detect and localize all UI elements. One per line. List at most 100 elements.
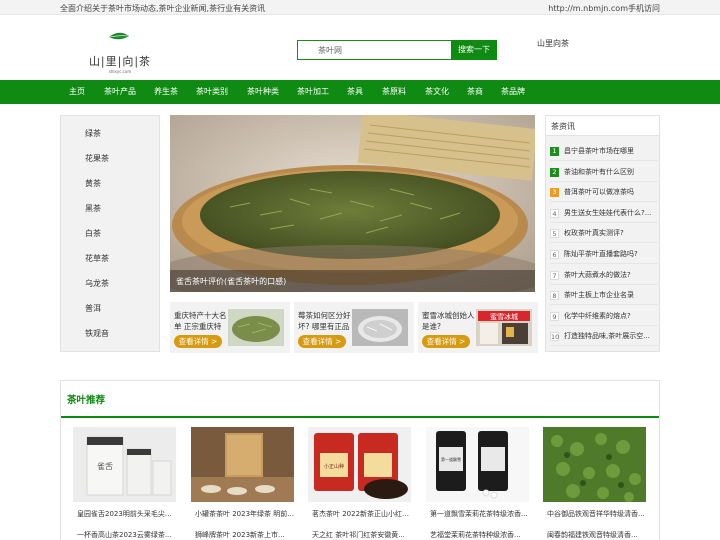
product-image: [191, 427, 294, 502]
product-name[interactable]: 小罐茶茶叶 2023年绿茶 明前...: [195, 509, 295, 519]
nav-item-health-tea[interactable]: 养生茶: [154, 80, 178, 104]
news-title[interactable]: 男生送女生娃娃代表什么?...: [564, 208, 658, 218]
recommend-title: 茶叶推荐: [67, 395, 106, 406]
category-item[interactable]: 白茶: [85, 228, 101, 239]
nav-item-tea-brands[interactable]: 茶品牌: [501, 80, 525, 104]
product-name[interactable]: 狮峰牌茶叶 2023新茶上市...: [195, 530, 295, 540]
category-item[interactable]: 黄茶: [85, 178, 101, 189]
view-details-button[interactable]: 查看详情 >: [174, 335, 222, 348]
category-item[interactable]: 绿茶: [85, 128, 101, 139]
logo-text: 山|里|向|茶: [88, 55, 152, 68]
news-item[interactable]: 10 打造独特品味,茶叶展示空...: [550, 326, 658, 347]
category-item[interactable]: 花草茶: [85, 253, 109, 264]
news-rank-badge: 10: [550, 332, 560, 342]
nav-item-tea-products[interactable]: 茶叶产品: [104, 80, 136, 104]
nav-item-tea-ware[interactable]: 茶具: [347, 80, 363, 104]
category-item[interactable]: 铁观音: [85, 328, 109, 339]
news-title[interactable]: 普洱茶叶可以做凉茶吗: [564, 187, 658, 197]
news-rank-badge: 3: [550, 188, 559, 198]
search-button[interactable]: 搜索一下: [451, 40, 497, 60]
view-details-button[interactable]: 查看详情 >: [422, 335, 470, 348]
category-item[interactable]: 普洱: [85, 303, 101, 314]
product-image: 雀舌: [73, 427, 176, 502]
site-name-link[interactable]: 山里向茶: [537, 38, 569, 49]
recommend-section: 茶叶推荐 雀舌 皇园雀舌2023明前头采毛尖云... 一杯香高山茶2023云雾绿…: [60, 380, 660, 540]
news-title[interactable]: 昌宁县茶叶市场在哪里: [564, 146, 658, 156]
product-image: 小正山种: [308, 427, 411, 502]
hero-image: [170, 115, 535, 292]
main-nav: 主页 茶叶产品 养生茶 茶叶类别 茶叶种类 茶叶加工 茶具 茶原料 茶文化 茶商…: [0, 80, 720, 104]
news-title[interactable]: 茶叶大蒜煮水的做法?: [564, 270, 658, 280]
news-item[interactable]: 5 权玫茶叶真实测评?: [550, 223, 658, 244]
leaf-icon: [109, 32, 129, 40]
news-item[interactable]: 8 茶叶主板上市企业名录: [550, 285, 658, 306]
category-item[interactable]: 花果茶: [85, 153, 109, 164]
nav-item-tea-materials[interactable]: 茶原料: [382, 80, 406, 104]
search-bar: 搜索一下: [297, 40, 497, 60]
news-header: 茶资讯: [546, 116, 659, 136]
news-rank-badge: 5: [550, 229, 559, 239]
category-item[interactable]: 乌龙茶: [85, 278, 109, 289]
news-item[interactable]: 1 昌宁县茶叶市场在哪里: [550, 141, 658, 161]
news-rank-badge: 9: [550, 311, 559, 321]
hero-caption-bar: 雀舌茶叶评价(雀舌茶叶的口感): [170, 270, 535, 292]
product-name[interactable]: 艺福堂茉莉花茶特种级浓香...: [430, 530, 530, 540]
product-name[interactable]: 中谷御品铁观音祥华特级清香...: [547, 509, 647, 519]
product-name[interactable]: 第一道飘雪茉莉花茶特级浓香...: [430, 509, 530, 519]
news-item[interactable]: 6 陈灿平茶叶直播套路吗?: [550, 244, 658, 264]
news-heading: 茶资讯: [551, 122, 575, 131]
nav-item-home[interactable]: 主页: [69, 80, 85, 104]
product-image: 第一道飘雪: [426, 427, 529, 502]
category-sidebar: 绿茶 花果茶 黄茶 黑茶 白茶 花草茶 乌龙茶 普洱 铁观音: [60, 115, 160, 352]
news-item[interactable]: 2 茶油和茶叶有什么区别: [550, 162, 658, 182]
card-image: [352, 309, 408, 346]
news-title[interactable]: 化学中纤维素的熔点?: [564, 311, 658, 321]
feature-card[interactable]: 重庆特产十大名单 正宗重庆特 查看详情 >: [170, 302, 290, 353]
product-image: [543, 427, 646, 502]
news-rank-badge: 8: [550, 291, 559, 301]
news-item[interactable]: 4 男生送女生娃娃代表什么?...: [550, 203, 658, 223]
view-details-button[interactable]: 查看详情 >: [298, 335, 346, 348]
news-rank-badge: 2: [550, 167, 559, 177]
can-label: 第一道飘雪: [441, 456, 461, 462]
news-title[interactable]: 权玫茶叶真实测评?: [564, 228, 658, 238]
product-name[interactable]: 一杯香高山茶2023云雾绿茶...: [77, 530, 177, 540]
search-input[interactable]: [318, 41, 448, 59]
search-box: [297, 40, 452, 60]
news-rank-badge: 6: [550, 250, 559, 259]
news-item[interactable]: 7 茶叶大蒜煮水的做法?: [550, 265, 658, 285]
logo-subtext: shlxyc.com: [108, 69, 132, 74]
news-rank-badge: 1: [550, 147, 559, 156]
feature-card[interactable]: 莓茶如何区分好坏? 哪里有正品 查看详情 >: [294, 302, 414, 353]
news-item[interactable]: 9 化学中纤维素的熔点?: [550, 306, 658, 326]
nav-item-tea-category[interactable]: 茶叶类别: [196, 80, 228, 104]
card-image: 蜜雪冰城: [476, 309, 532, 346]
shop-sign-text: 蜜雪冰城: [490, 312, 518, 321]
card-title: 重庆特产十大名单 正宗重庆特: [174, 311, 227, 331]
nav-item-tea-culture[interactable]: 茶文化: [425, 80, 449, 104]
category-item[interactable]: 黑茶: [85, 203, 101, 214]
recommend-divider: [61, 416, 659, 418]
nav-item-tea-types[interactable]: 茶叶种类: [247, 80, 279, 104]
nav-item-tea-merchants[interactable]: 茶商: [467, 80, 483, 104]
product-name[interactable]: 闽春韵福建铁观音特级清香...: [547, 530, 647, 540]
card-image: [228, 309, 284, 346]
product-name[interactable]: 茗杰茶叶 2022新茶正山小红茶...: [312, 509, 412, 519]
feature-card[interactable]: 蜜雪冰城创始人是谁? 查看详情 > 蜜雪冰城: [418, 302, 538, 353]
news-panel: 茶资讯 1 昌宁县茶叶市场在哪里 2 茶油和茶叶有什么区别 3 普洱茶叶可以做凉茶吗 4 男生…: [545, 115, 660, 352]
site-logo[interactable]: 山|里|向|茶 shlxyc.com: [84, 32, 156, 74]
nav-item-tea-processing[interactable]: 茶叶加工: [297, 80, 329, 104]
news-title[interactable]: 陈灿平茶叶直播套路吗?: [564, 249, 658, 259]
news-title[interactable]: 茶油和茶叶有什么区别: [564, 167, 658, 177]
can-label: 小正山种: [324, 463, 344, 470]
news-item[interactable]: 3 普洱茶叶可以做凉茶吗: [550, 182, 658, 203]
product-name[interactable]: 天之红 茶叶祁门红茶安徽黄...: [312, 530, 412, 540]
news-rank-badge: 7: [550, 270, 559, 280]
news-title[interactable]: 打造独特品味,茶叶展示空...: [564, 331, 658, 341]
product-name[interactable]: 皇园雀舌2023明前头采毛尖云...: [77, 509, 177, 519]
hero-slider[interactable]: 雀舌茶叶评价(雀舌茶叶的口感): [170, 115, 535, 292]
news-title[interactable]: 茶叶主板上市企业名录: [564, 290, 658, 300]
mobile-link[interactable]: http://m.nbmjn.com手机访问: [548, 3, 660, 14]
hero-caption: 雀舌茶叶评价(雀舌茶叶的口感): [176, 277, 287, 286]
site-intro: 全面介绍关于茶叶市场动态,茶叶企业新闻,茶行业有关资讯: [60, 4, 266, 13]
